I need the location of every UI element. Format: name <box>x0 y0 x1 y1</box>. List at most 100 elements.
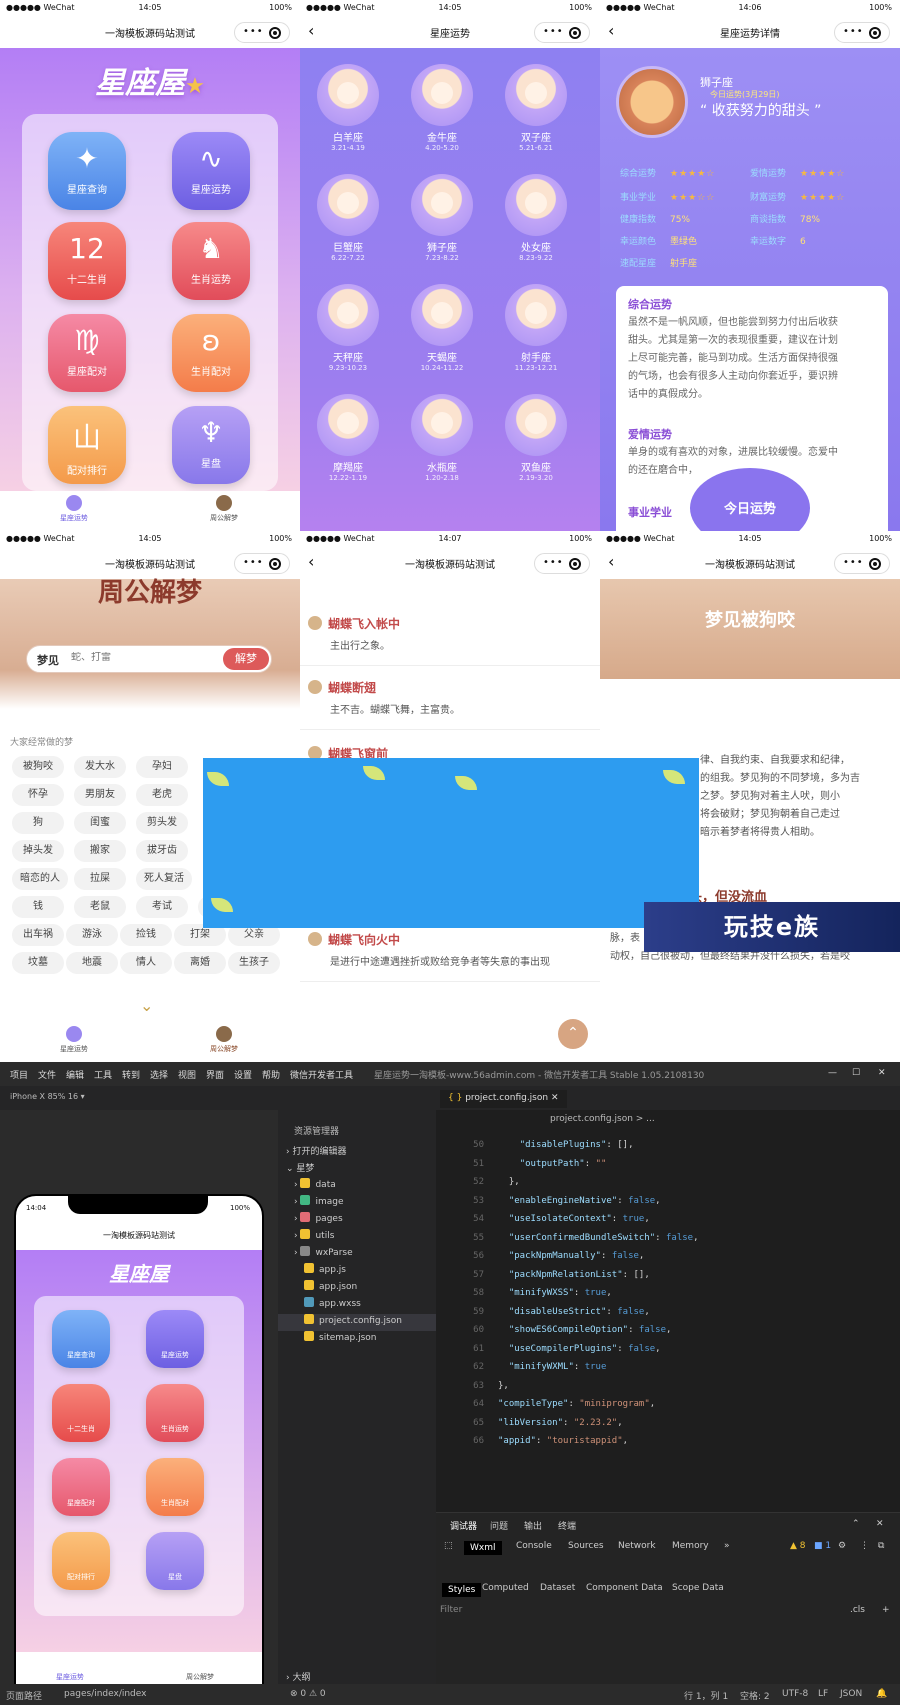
zodiac-item[interactable]: 狮子座 7.23-8.22 <box>402 174 482 262</box>
inspect-icon[interactable]: ⬚ <box>444 1541 453 1551</box>
dream-chip[interactable]: 拔牙齿 <box>136 840 188 862</box>
dream-chip[interactable]: 被狗咬 <box>12 756 64 778</box>
folder-item[interactable]: › image <box>278 1195 436 1212</box>
zodiac-item[interactable]: 双子座 5.21-6.21 <box>496 64 576 152</box>
capsule-menu[interactable]: ••• <box>534 553 590 574</box>
more-icon[interactable]: ••• <box>843 26 864 37</box>
menu-item[interactable]: 文件 <box>38 1068 56 1081</box>
sim-chinese-zodiac-match[interactable]: 生肖配对 <box>146 1458 204 1516</box>
dream-chip[interactable]: 钱 <box>12 896 64 918</box>
close-circle-icon[interactable] <box>569 27 581 39</box>
astro-chart-button[interactable]: ♆ 星盘 <box>172 406 250 484</box>
project-root[interactable]: ⌄ 星梦 <box>278 1161 436 1178</box>
zodiac-item[interactable]: 水瓶座 1.20-2.18 <box>402 394 482 482</box>
sim-zodiac-fortune[interactable]: 星座运势 <box>146 1310 204 1368</box>
tab-debugger[interactable]: 调试器 <box>450 1519 477 1532</box>
close-circle-icon[interactable] <box>569 558 581 570</box>
code-editor[interactable]: project.config.json > ... 50 "disablePlu… <box>436 1110 900 1512</box>
sim-zodiac-search[interactable]: 星座查询 <box>52 1310 110 1368</box>
more-icon[interactable]: ••• <box>543 557 564 568</box>
close-circle-icon[interactable] <box>269 27 281 39</box>
sim-tab-fortune[interactable]: 星座运势 <box>56 1672 84 1682</box>
dream-chip[interactable]: 情人 <box>120 952 172 974</box>
zodiac-match-button[interactable]: ♍ 星座配对 <box>48 314 126 392</box>
menu-item[interactable]: 界面 <box>206 1068 224 1081</box>
sim-match-ranking[interactable]: 配对排行 <box>52 1532 110 1590</box>
tab-problems[interactable]: 问题 <box>490 1519 508 1532</box>
zodiac-item[interactable]: 处女座 8.23-9.22 <box>496 174 576 262</box>
menu-item[interactable]: 转到 <box>122 1068 140 1081</box>
dream-chip[interactable]: 死人复活 <box>136 868 192 890</box>
panel-sources[interactable]: Sources <box>568 1541 604 1551</box>
dream-chip[interactable]: 老鼠 <box>74 896 126 918</box>
dream-chip[interactable]: 离婚 <box>174 952 226 974</box>
close-circle-icon[interactable] <box>869 27 881 39</box>
menu-item[interactable]: 项目 <box>10 1068 28 1081</box>
dream-chip[interactable]: 搬家 <box>74 840 126 862</box>
dream-chip[interactable]: 男朋友 <box>74 784 126 806</box>
line-ending[interactable]: LF <box>818 1689 828 1699</box>
dream-search-input[interactable] <box>71 652 171 663</box>
kebab-icon[interactable]: ⋮ <box>860 1541 869 1551</box>
info-count[interactable]: ■ 1 <box>814 1541 831 1551</box>
panel-console[interactable]: Console <box>516 1541 552 1551</box>
dream-chip[interactable]: 坟墓 <box>12 952 64 974</box>
page-path[interactable]: pages/index/index <box>64 1689 146 1699</box>
subtab-scope-data[interactable]: Scope Data <box>672 1583 724 1593</box>
indent-setting[interactable]: 空格: 2 <box>740 1689 770 1702</box>
menu-item[interactable]: 选择 <box>150 1068 168 1081</box>
minimize-icon[interactable]: — <box>828 1068 837 1078</box>
cursor-position[interactable]: 行 1，列 1 <box>684 1689 728 1702</box>
panel-memory[interactable]: Memory <box>672 1541 709 1551</box>
chinese-zodiac-button[interactable]: 12 十二生肖 <box>48 222 126 300</box>
more-icon[interactable]: ••• <box>243 26 264 37</box>
more-icon[interactable]: ••• <box>843 557 864 568</box>
panel-wxml[interactable]: Wxml <box>464 1541 502 1555</box>
menu-item[interactable]: 帮助 <box>262 1068 280 1081</box>
sim-tab-dream[interactable]: 周公解梦 <box>186 1672 214 1682</box>
dream-chip[interactable]: 游泳 <box>66 924 118 946</box>
zodiac-item[interactable]: 金牛座 4.20-5.20 <box>402 64 482 152</box>
error-count[interactable]: ⊗ 0 ⚠ 0 <box>290 1689 326 1699</box>
interpret-button[interactable]: 解梦 <box>223 648 269 670</box>
language-mode[interactable]: JSON <box>840 1689 862 1699</box>
more-panels-icon[interactable]: » <box>724 1541 730 1551</box>
zodiac-search-button[interactable]: ✦ 星座查询 <box>48 132 126 210</box>
zodiac-item[interactable]: 天秤座 9.23-10.23 <box>308 284 388 372</box>
folder-item[interactable]: › utils <box>278 1229 436 1246</box>
close-icon[interactable]: ✕ <box>878 1068 886 1078</box>
page-path-label[interactable]: 页面路径 <box>6 1689 42 1702</box>
bell-icon[interactable]: 🔔 <box>876 1689 887 1699</box>
sim-chinese-zodiac[interactable]: 十二生肖 <box>52 1384 110 1442</box>
device-select[interactable]: iPhone X 85% 16 ▾ <box>10 1092 85 1101</box>
chinese-zodiac-fortune-button[interactable]: ♞ 生肖运势 <box>172 222 250 300</box>
chinese-zodiac-match-button[interactable]: ʚ 生肖配对 <box>172 314 250 392</box>
more-icon[interactable]: ••• <box>243 557 264 568</box>
capsule-menu[interactable]: ••• <box>234 553 290 574</box>
tab-fortune[interactable]: 星座运势 <box>44 495 104 523</box>
warning-count[interactable]: ▲ 8 <box>790 1541 806 1551</box>
folder-item[interactable]: › pages <box>278 1212 436 1229</box>
expand-more-icon[interactable]: ⌄ <box>140 996 153 1015</box>
file-item[interactable]: project.config.json <box>278 1314 436 1331</box>
encoding[interactable]: UTF-8 <box>782 1689 808 1699</box>
dream-list-item[interactable]: 蝴蝶飞入帐中 主出行之象。 <box>300 615 600 666</box>
dream-chip[interactable]: 怀孕 <box>12 784 64 806</box>
zodiac-item[interactable]: 天蝎座 10.24-11.22 <box>402 284 482 372</box>
more-icon[interactable]: ••• <box>543 26 564 37</box>
folder-item[interactable]: › data <box>278 1178 436 1195</box>
subtab-component-data[interactable]: Component Data <box>586 1583 663 1593</box>
zodiac-fortune-button[interactable]: ∿ 星座运势 <box>172 132 250 210</box>
dream-chip[interactable]: 考试 <box>136 896 188 918</box>
dream-chip[interactable]: 生孩子 <box>228 952 280 974</box>
dream-chip[interactable]: 老虎 <box>136 784 188 806</box>
dream-chip[interactable]: 闺蜜 <box>74 812 126 834</box>
zodiac-item[interactable]: 射手座 11.23-12.21 <box>496 284 576 372</box>
editor-tab[interactable]: { } project.config.json ✕ <box>440 1090 567 1108</box>
collapse-icon[interactable]: ⌃ <box>852 1519 860 1529</box>
menu-item[interactable]: 设置 <box>234 1068 252 1081</box>
dream-chip[interactable]: 发大水 <box>74 756 126 778</box>
sim-astro-chart[interactable]: 星盘 <box>146 1532 204 1590</box>
subtab-dataset[interactable]: Dataset <box>540 1583 575 1593</box>
capsule-menu[interactable]: ••• <box>834 22 890 43</box>
